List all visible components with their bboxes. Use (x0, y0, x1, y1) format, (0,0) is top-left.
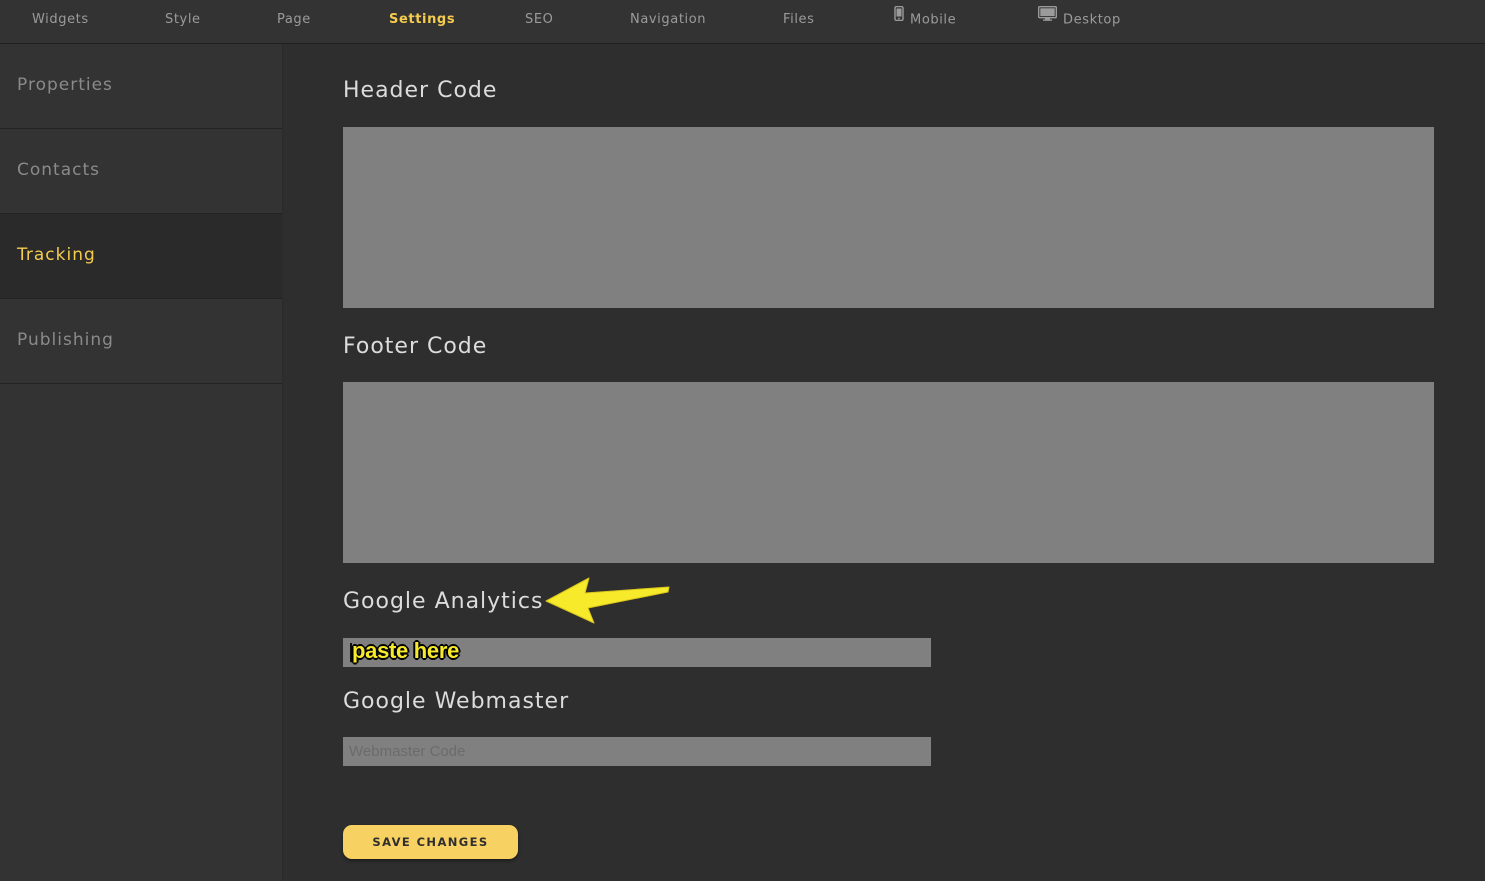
tab-desktop-label: Desktop (1063, 12, 1121, 28)
sidebar-item-tracking[interactable]: Tracking (0, 214, 282, 299)
tab-page[interactable]: Page (277, 0, 311, 40)
tab-files[interactable]: Files (783, 0, 815, 40)
tab-settings[interactable]: Settings (389, 0, 455, 40)
save-changes-button[interactable]: SAVE CHANGES (343, 825, 518, 859)
arrow-left-icon (545, 577, 670, 624)
google-webmaster-input[interactable] (343, 737, 931, 766)
tab-widgets[interactable]: Widgets (32, 0, 89, 40)
tab-mobile[interactable]: Mobile (894, 0, 956, 40)
tab-navigation[interactable]: Navigation (630, 0, 706, 40)
settings-sidebar: Properties Contacts Tracking Publishing (0, 44, 283, 881)
sidebar-item-publishing[interactable]: Publishing (0, 299, 282, 384)
tab-desktop[interactable]: Desktop (1037, 0, 1121, 40)
desktop-monitor-icon (1037, 0, 1058, 38)
sidebar-item-properties[interactable]: Properties (0, 44, 282, 129)
header-code-field[interactable] (343, 127, 1434, 308)
tab-mobile-label: Mobile (910, 12, 957, 28)
sidebar-item-contacts[interactable]: Contacts (0, 129, 282, 214)
mobile-phone-icon (894, 0, 904, 38)
tracking-settings-panel: Header Code Footer Code Google Analytics… (284, 44, 1485, 881)
tab-seo[interactable]: SEO (525, 0, 554, 40)
tab-style[interactable]: Style (165, 0, 201, 40)
top-navigation: Widgets Style Page Settings SEO Navigati… (0, 0, 1485, 44)
footer-code-label: Footer Code (343, 334, 488, 359)
paste-here-annotation: paste here (352, 638, 460, 663)
google-analytics-label: Google Analytics (343, 589, 544, 614)
header-code-label: Header Code (343, 78, 498, 103)
footer-code-field[interactable] (343, 382, 1434, 563)
google-webmaster-label: Google Webmaster (343, 689, 570, 714)
